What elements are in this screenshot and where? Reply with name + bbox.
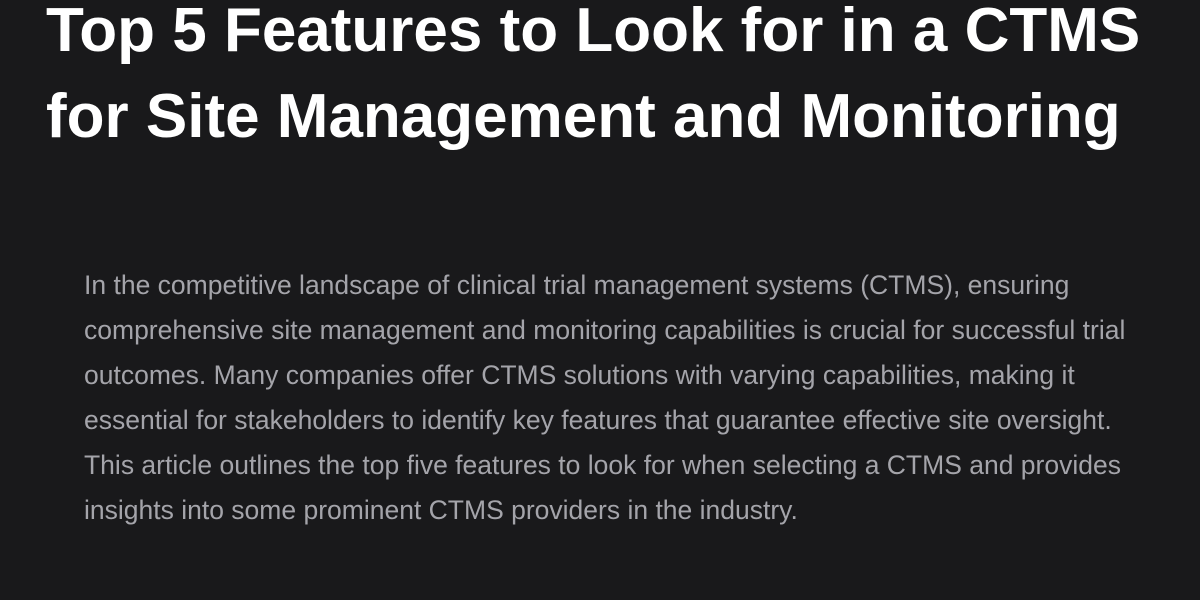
article-intro-paragraph: In the competitive landscape of clinical… xyxy=(84,270,1126,525)
article: Top 5 Features to Look for in a CTMS for… xyxy=(0,0,1200,600)
article-title: Top 5 Features to Look for in a CTMS for… xyxy=(46,0,1141,151)
